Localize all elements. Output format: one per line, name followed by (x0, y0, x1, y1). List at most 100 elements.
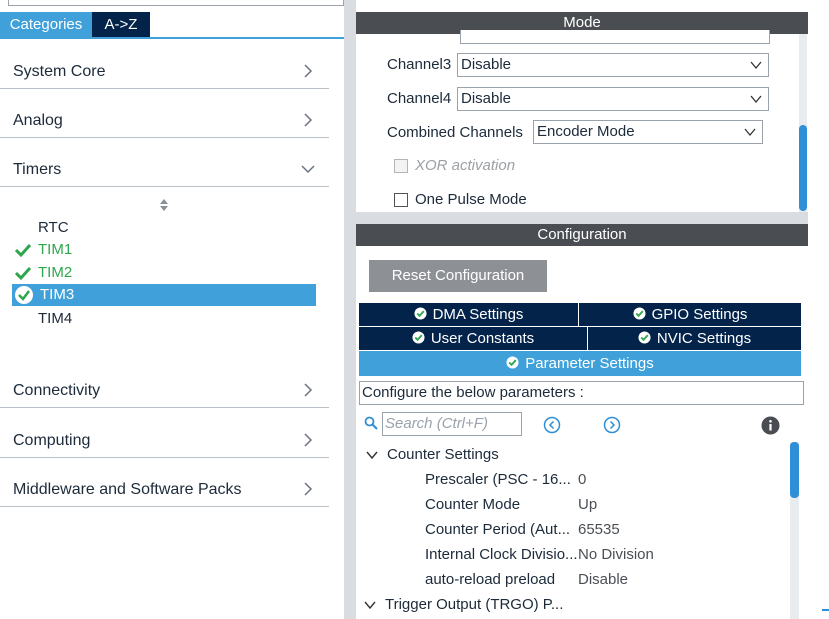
section-divider[interactable] (356, 212, 808, 224)
parameters-scrollbar-thumb[interactable] (790, 442, 799, 498)
param-name: Prescaler (PSC - 16... (425, 471, 571, 488)
channel4-label: Channel4 (387, 90, 452, 107)
xor-activation-label: XOR activation (415, 157, 516, 174)
category-label: Computing (13, 432, 91, 449)
timer-label: RTC (38, 219, 69, 236)
timer-item-tim2[interactable]: TIM2 (14, 262, 316, 284)
param-row-counter-mode[interactable]: Counter Mode Up (356, 494, 786, 516)
category-label: Middleware and Software Packs (13, 481, 242, 498)
one-pulse-mode-checkbox[interactable] (394, 193, 408, 207)
param-row-counter-period[interactable]: Counter Period (Aut... 65535 (356, 519, 786, 541)
check-circle-icon (633, 307, 646, 320)
tab-label: User Constants (430, 330, 535, 347)
param-value[interactable]: 0 (578, 469, 586, 491)
timer-label: TIM1 (38, 241, 73, 258)
next-result-icon[interactable] (603, 416, 621, 434)
tab-nvic-settings[interactable]: NVIC Settings (588, 327, 801, 350)
chevron-down-icon (750, 61, 762, 70)
tab-label: GPIO Settings (651, 306, 748, 323)
param-value[interactable]: No Division (578, 544, 654, 566)
category-analog[interactable]: Analog (0, 89, 329, 138)
chevron-right-icon (304, 433, 313, 447)
category-computing[interactable]: Computing (0, 409, 329, 458)
chevron-right-icon (304, 383, 313, 397)
channel3-value: Disable (461, 56, 512, 73)
chevron-down-icon (366, 451, 378, 460)
timer-label: TIM4 (38, 310, 73, 327)
category-connectivity[interactable]: Connectivity (0, 359, 329, 408)
check-circle-icon (638, 331, 651, 344)
param-name: Counter Period (Aut... (425, 521, 571, 538)
channel4-select[interactable]: Disable (457, 87, 769, 111)
param-name: Internal Clock Divisio... (425, 546, 578, 563)
channel3-select[interactable]: Disable (457, 53, 769, 77)
chevron-down-icon (744, 128, 756, 137)
chevron-right-icon (304, 64, 313, 78)
tab-label: DMA Settings (432, 306, 524, 323)
combined-channels-value: Encoder Mode (537, 123, 635, 140)
check-icon (14, 266, 32, 281)
chevron-right-icon (304, 482, 313, 496)
tab-a-to-z[interactable]: A->Z (92, 12, 150, 37)
tab-label: Parameter Settings (525, 355, 654, 372)
mode-configuration-panel: Mode Channel3 Disable Channel4 Disable C… (356, 0, 829, 619)
one-pulse-mode-label: One Pulse Mode (415, 191, 527, 208)
timer-item-tim1[interactable]: TIM1 (14, 239, 316, 261)
param-name: Counter Mode (425, 496, 521, 513)
timer-item-tim4[interactable]: TIM4 (14, 308, 316, 330)
param-row-prescaler[interactable]: Prescaler (PSC - 16... 0 (356, 469, 786, 491)
tab-categories[interactable]: Categories (0, 12, 92, 37)
chevron-down-icon (750, 95, 762, 104)
group-label: Trigger Output (TRGO) P... (385, 596, 564, 613)
group-label: Counter Settings (387, 446, 499, 463)
check-icon (14, 243, 32, 258)
channel3-label: Channel3 (387, 56, 452, 73)
search-field-top[interactable] (8, 0, 344, 6)
tab-gpio-settings[interactable]: GPIO Settings (579, 303, 801, 326)
check-circle-icon (506, 356, 519, 369)
channel4-value: Disable (461, 90, 512, 107)
param-value[interactable]: Up (578, 494, 597, 516)
channel2-select-partial[interactable] (460, 30, 770, 44)
reset-configuration-button[interactable]: Reset Configuration (369, 260, 547, 292)
configuration-header: Configuration (356, 224, 808, 246)
categories-panel: Categories A->Z System Core Analog Timer… (0, 0, 344, 619)
chevron-down-icon (301, 165, 315, 174)
tab-label: NVIC Settings (656, 330, 752, 347)
edge-indicator (822, 609, 829, 611)
sort-icon[interactable] (158, 197, 170, 213)
timer-label: TIM2 (38, 264, 73, 281)
chevron-right-icon (304, 113, 313, 127)
param-value[interactable]: 65535 (578, 519, 620, 541)
check-circle-icon (414, 307, 427, 320)
panel-splitter[interactable] (344, 0, 356, 619)
window-right-edge (808, 0, 829, 619)
category-system-core[interactable]: System Core (0, 40, 329, 89)
category-tabs: Categories A->Z (0, 12, 344, 37)
category-timers[interactable]: Timers (0, 138, 329, 187)
chevron-down-icon (364, 601, 376, 610)
combined-channels-select[interactable]: Encoder Mode (533, 120, 763, 144)
category-label: Analog (13, 112, 63, 129)
param-row-clock-division[interactable]: Internal Clock Divisio... No Division (356, 544, 786, 566)
info-icon[interactable] (761, 416, 780, 435)
timer-item-rtc[interactable]: RTC (14, 217, 316, 239)
search-icon (364, 416, 378, 430)
category-middleware[interactable]: Middleware and Software Packs (0, 458, 329, 507)
tab-dma-settings[interactable]: DMA Settings (359, 303, 578, 326)
timer-item-tim3[interactable]: TIM3 (12, 284, 316, 306)
xor-activation-checkbox[interactable] (394, 159, 408, 173)
param-value[interactable]: Disable (578, 569, 628, 591)
param-name: auto-reload preload (425, 571, 556, 588)
tab-underline (0, 37, 344, 39)
check-circle-icon (412, 331, 425, 344)
tab-user-constants[interactable]: User Constants (359, 327, 587, 350)
mode-scrollbar-thumb[interactable] (799, 125, 807, 211)
param-row-auto-reload[interactable]: auto-reload preload Disable (356, 569, 786, 591)
combined-channels-label: Combined Channels (387, 124, 523, 141)
parameter-search-input[interactable]: Search (Ctrl+F) (382, 412, 522, 436)
check-circle-icon (15, 286, 33, 304)
previous-result-icon[interactable] (543, 416, 561, 434)
tab-parameter-settings[interactable]: Parameter Settings (359, 351, 801, 376)
category-label: System Core (13, 63, 106, 80)
